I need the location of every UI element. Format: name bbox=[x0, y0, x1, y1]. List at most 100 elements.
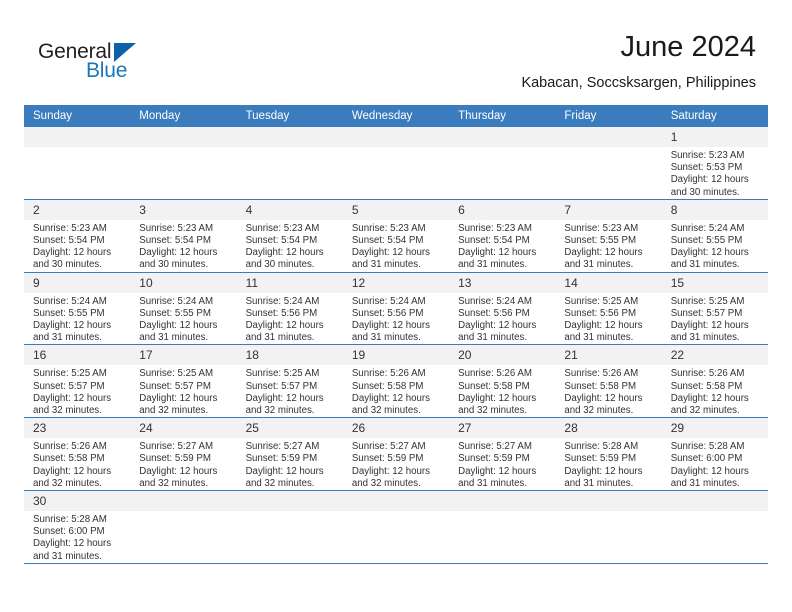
sunset-text: Sunset: 5:57 PM bbox=[139, 380, 211, 392]
sunset-text: Sunset: 5:58 PM bbox=[670, 380, 743, 392]
sunrise-text: Sunrise: 5:24 AM bbox=[458, 295, 532, 307]
calendar-day-cell[interactable]: 29 Sunrise: 5:28 AM Sunset: 6:00 PM Dayligh… bbox=[661, 417, 768, 492]
calendar-day-cell[interactable]: 23 Sunrise: 5:26 AM Sunset: 5:58 PM Dayligh… bbox=[24, 417, 131, 492]
daylight-text-line1: Daylight: 12 hours bbox=[564, 247, 643, 259]
daylight-text-line1: Daylight: 12 hours bbox=[245, 465, 324, 477]
sunrise-text: Sunrise: 5:24 AM bbox=[139, 295, 214, 307]
calendar-day-cell[interactable]: 13 Sunrise: 5:24 AM Sunset: 5:56 PM Dayligh… bbox=[449, 272, 556, 346]
sunrise-text: Sunrise: 5:25 AM bbox=[245, 368, 320, 380]
calendar-week-row: 9 Sunrise: 5:24 AM Sunset: 5:55 PM Daylight… bbox=[24, 272, 768, 346]
calendar-day-cell[interactable]: 6 Sunrise: 5:23 AM Sunset: 5:54 PM Daylight… bbox=[449, 199, 556, 273]
calendar-day-cell[interactable]: 16 Sunrise: 5:25 AM Sunset: 5:57 PM Dayligh… bbox=[24, 344, 131, 419]
day-number: 17 bbox=[130, 345, 237, 366]
daylight-text-line1: Daylight: 12 hours bbox=[139, 320, 218, 332]
calendar-day-cell[interactable]: 22 Sunrise: 5:26 AM Sunset: 5:58 PM Dayligh… bbox=[661, 344, 768, 419]
daylight-text-line2: and 31 minutes. bbox=[670, 477, 740, 489]
calendar-day-cell[interactable]: 12 Sunrise: 5:24 AM Sunset: 5:56 PM Dayligh… bbox=[342, 272, 450, 346]
day-number: 18 bbox=[236, 345, 343, 366]
calendar-day-cell[interactable]: 21 Sunrise: 5:26 AM Sunset: 5:58 PM Dayligh… bbox=[555, 344, 662, 419]
day-number: 7 bbox=[555, 199, 662, 220]
sunrise-text: Sunrise: 5:26 AM bbox=[564, 368, 639, 380]
day-details: Sunrise: 5:23 AM Sunset: 5:53 PM Daylight:… bbox=[662, 147, 768, 199]
daylight-text-line2: and 31 minutes. bbox=[564, 259, 634, 271]
sunset-text: Sunset: 5:56 PM bbox=[245, 307, 318, 319]
sunrise-text: Sunrise: 5:23 AM bbox=[245, 222, 320, 234]
calendar-day-cell[interactable]: 5 Sunrise: 5:23 AM Sunset: 5:54 PM Daylight… bbox=[342, 199, 450, 273]
day-number: 14 bbox=[555, 272, 662, 293]
sunset-text: Sunset: 5:59 PM bbox=[139, 453, 211, 465]
day-number: 2 bbox=[24, 199, 131, 220]
calendar-day-cell[interactable]: 26 Sunrise: 5:27 AM Sunset: 5:59 PM Dayligh… bbox=[342, 417, 450, 492]
day-number: 8 bbox=[661, 199, 768, 220]
daylight-text-line1: Daylight: 12 hours bbox=[458, 247, 537, 259]
calendar-day-cell[interactable]: 25 Sunrise: 5:27 AM Sunset: 5:59 PM Dayligh… bbox=[236, 417, 343, 492]
column-header-thursday: Thursday bbox=[449, 105, 556, 127]
day-number-placeholder bbox=[661, 491, 768, 512]
calendar-day-cell[interactable]: 15 Sunrise: 5:25 AM Sunset: 5:57 PM Dayligh… bbox=[661, 272, 768, 346]
daylight-text-line1: Daylight: 12 hours bbox=[351, 247, 430, 259]
day-number-placeholder bbox=[555, 491, 662, 512]
daylight-text-line1: Daylight: 12 hours bbox=[33, 392, 112, 404]
calendar-day-cell[interactable]: 3 Sunrise: 5:23 AM Sunset: 5:54 PM Daylight… bbox=[130, 199, 237, 273]
calendar-day-cell[interactable]: 7 Sunrise: 5:23 AM Sunset: 5:55 PM Daylight… bbox=[555, 199, 662, 273]
calendar-day-cell[interactable]: 20 Sunrise: 5:26 AM Sunset: 5:58 PM Dayligh… bbox=[449, 344, 556, 419]
day-details: Sunrise: 5:25 AM Sunset: 5:57 PM Daylight:… bbox=[24, 365, 130, 417]
calendar-day-cell[interactable]: 14 Sunrise: 5:25 AM Sunset: 5:56 PM Dayligh… bbox=[555, 272, 662, 346]
daylight-text-line2: and 31 minutes. bbox=[564, 477, 634, 489]
calendar-day-cell[interactable]: 17 Sunrise: 5:25 AM Sunset: 5:57 PM Dayligh… bbox=[130, 344, 237, 419]
daylight-text-line1: Daylight: 12 hours bbox=[351, 320, 430, 332]
day-details: Sunrise: 5:27 AM Sunset: 5:59 PM Daylight:… bbox=[237, 438, 343, 490]
calendar-day-cell[interactable]: 30 Sunrise: 5:28 AM Sunset: 6:00 PM Dayligh… bbox=[24, 490, 131, 564]
daylight-text-line1: Daylight: 12 hours bbox=[458, 392, 537, 404]
day-number: 21 bbox=[555, 345, 662, 366]
day-details: Sunrise: 5:25 AM Sunset: 5:57 PM Daylight:… bbox=[237, 365, 343, 417]
daylight-text-line1: Daylight: 12 hours bbox=[139, 247, 218, 259]
sunrise-text: Sunrise: 5:27 AM bbox=[458, 441, 532, 453]
sunrise-text: Sunrise: 5:28 AM bbox=[33, 514, 107, 526]
calendar-cell-empty bbox=[130, 127, 237, 200]
daylight-text-line1: Daylight: 12 hours bbox=[458, 320, 537, 332]
calendar-day-cell[interactable]: 24 Sunrise: 5:27 AM Sunset: 5:59 PM Dayligh… bbox=[130, 417, 237, 492]
day-details: Sunrise: 5:23 AM Sunset: 5:54 PM Daylight:… bbox=[130, 220, 236, 272]
daylight-text-line2: and 32 minutes. bbox=[564, 405, 634, 417]
sunset-text: Sunset: 5:58 PM bbox=[351, 380, 424, 392]
daylight-text-line1: Daylight: 12 hours bbox=[670, 174, 749, 186]
calendar-day-cell[interactable]: 18 Sunrise: 5:25 AM Sunset: 5:57 PM Dayligh… bbox=[236, 344, 343, 419]
daylight-text-line1: Daylight: 12 hours bbox=[245, 247, 324, 259]
day-number-placeholder bbox=[236, 127, 343, 147]
calendar-week-row: 30 Sunrise: 5:28 AM Sunset: 6:00 PM Dayligh… bbox=[24, 490, 768, 564]
calendar-day-cell[interactable]: 28 Sunrise: 5:28 AM Sunset: 5:59 PM Dayligh… bbox=[555, 417, 662, 492]
day-number: 24 bbox=[130, 418, 237, 439]
calendar-cell-empty bbox=[130, 490, 237, 564]
calendar-day-cell[interactable]: 8 Sunrise: 5:24 AM Sunset: 5:55 PM Daylight… bbox=[661, 199, 768, 273]
sunset-text: Sunset: 5:55 PM bbox=[33, 307, 105, 319]
calendar-day-cell[interactable]: 2 Sunrise: 5:23 AM Sunset: 5:54 PM Daylight… bbox=[24, 199, 131, 273]
day-details: Sunrise: 5:25 AM Sunset: 5:56 PM Daylight:… bbox=[555, 293, 661, 345]
page-header: General Blue June 2024 Kabacan, Soccsksa… bbox=[0, 0, 792, 104]
column-header-sunday: Sunday bbox=[24, 105, 131, 127]
day-details: Sunrise: 5:24 AM Sunset: 5:56 PM Daylight:… bbox=[343, 293, 449, 345]
day-number: 16 bbox=[24, 345, 131, 366]
daylight-text-line1: Daylight: 12 hours bbox=[564, 465, 643, 477]
sunset-text: Sunset: 5:56 PM bbox=[458, 307, 530, 319]
day-number-placeholder bbox=[449, 491, 556, 512]
title-block: June 2024 Kabacan, Soccsksargen, Philipp… bbox=[521, 30, 756, 92]
daylight-text-line1: Daylight: 12 hours bbox=[139, 465, 218, 477]
calendar-day-cell[interactable]: 11 Sunrise: 5:24 AM Sunset: 5:56 PM Dayligh… bbox=[236, 272, 343, 346]
calendar-day-cell[interactable]: 4 Sunrise: 5:23 AM Sunset: 5:54 PM Daylight… bbox=[236, 199, 343, 273]
column-header-monday: Monday bbox=[130, 105, 237, 127]
calendar-day-cell[interactable]: 19 Sunrise: 5:26 AM Sunset: 5:58 PM Dayligh… bbox=[342, 344, 450, 419]
day-details: Sunrise: 5:23 AM Sunset: 5:54 PM Daylight:… bbox=[449, 220, 555, 272]
daylight-text-line2: and 30 minutes. bbox=[139, 259, 209, 271]
calendar-day-cell[interactable]: 10 Sunrise: 5:24 AM Sunset: 5:55 PM Dayligh… bbox=[130, 272, 237, 346]
column-header-saturday: Saturday bbox=[661, 105, 768, 127]
calendar-day-cell[interactable]: 27 Sunrise: 5:27 AM Sunset: 5:59 PM Dayligh… bbox=[449, 417, 556, 492]
calendar-cell-empty bbox=[555, 127, 662, 200]
day-details: Sunrise: 5:24 AM Sunset: 5:55 PM Daylight:… bbox=[130, 293, 236, 345]
calendar-cell-empty bbox=[236, 127, 343, 200]
page-subtitle: Kabacan, Soccsksargen, Philippines bbox=[521, 75, 756, 91]
calendar-day-cell[interactable]: 9 Sunrise: 5:24 AM Sunset: 5:55 PM Daylight… bbox=[24, 272, 131, 346]
sunrise-text: Sunrise: 5:26 AM bbox=[458, 368, 532, 380]
day-details: Sunrise: 5:26 AM Sunset: 5:58 PM Daylight:… bbox=[449, 365, 555, 417]
calendar-day-cell[interactable]: 1 Sunrise: 5:23 AM Sunset: 5:53 PM Daylight… bbox=[661, 127, 768, 200]
